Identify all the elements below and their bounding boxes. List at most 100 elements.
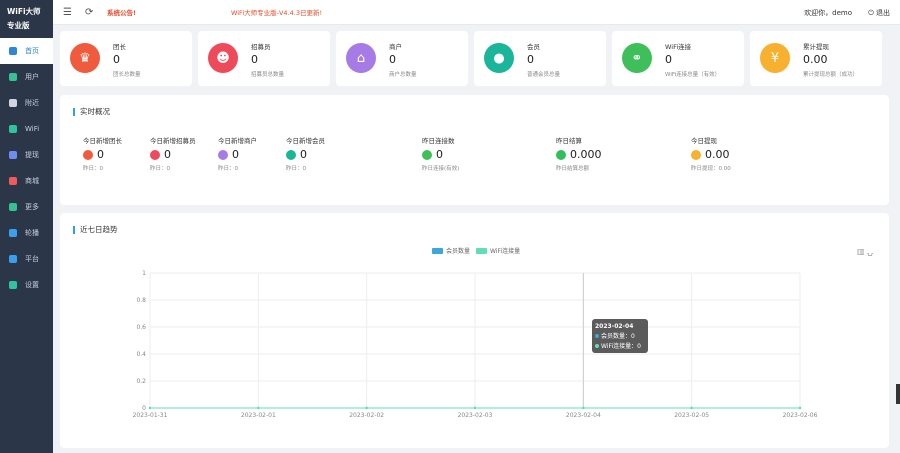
realtime-yesterday: 昨日提现：0.00 [691,166,731,172]
legend-swatch [476,247,488,254]
card-subtitle: 商户总数量 [389,72,417,78]
realtime-value-row: 0 [83,148,143,161]
sidebar-item-label: 首页 [25,47,39,55]
x-tick-label: 2023-02-01 [241,412,276,419]
card-value: 0.00 [803,53,828,66]
y-tick-label: 1 [142,270,146,277]
card-value: 0 [527,53,534,66]
stat-card: ♛ 团长 0 团长总数量 [60,31,192,86]
tooltip-date: 2023-02-04 [595,323,634,330]
realtime-yesterday: 昨日：0 [218,166,238,172]
sidebar-item-label: 轮播 [25,229,39,237]
y-tick-label: 0.2 [136,378,146,385]
sidebar-item-label: 用户 [25,73,39,81]
realtime-title: 实时概况 [73,108,110,116]
legend-label: 会员数量 [446,248,471,255]
realtime-stat: 昨日连接数 0 昨日连接(有效) [422,137,512,172]
stat-card: ⚭ WiFi连接 0 WiFi连接总量（有效） [612,31,744,86]
sidebar-item-label: 附近 [25,99,39,107]
realtime-yesterday: 昨日：0 [150,166,170,172]
card-value: 0 [665,53,672,66]
sidebar-item-carousel[interactable]: 轮播 [0,220,53,246]
realtime-label: 今日提现 [691,137,717,145]
realtime-yesterday: 昨日结算总额 [556,166,590,172]
stat-card: ¥ 累计提现 0.00 累计提现总额（成功） [750,31,882,86]
sidebar-item-withdraw[interactable]: 提现 [0,142,53,168]
realtime-label: 今日新增招募员 [150,137,196,145]
realtime-value: 0 [436,148,443,161]
card-subtitle: 招募员总数量 [251,72,285,78]
store-icon: ⌂ [346,43,376,73]
stat-card: ● 会员 0 普通会员总量 [474,31,606,86]
sidebar-item-users[interactable]: 用户 [0,64,53,90]
realtime-value-row: 0.000 [556,148,646,161]
stat-card: ☻ 招募员 0 招募员总数量 [198,31,330,86]
card-title: WiFi连接 [665,43,692,51]
card-title: 会员 [527,43,540,51]
card-subtitle: 团长总数量 [113,72,141,78]
sidebar-item-settings[interactable]: 设置 [0,272,53,298]
realtime-icon [286,149,296,160]
mall-icon [9,177,17,185]
x-tick-label: 2023-01-31 [133,412,168,419]
menu-toggle-icon[interactable]: ☰ [63,7,75,18]
data-point [798,406,802,410]
tooltip-dot [595,344,599,348]
tooltip-dot [595,334,599,338]
realtime-value-row: 0 [286,148,356,161]
card-subtitle: 累计提现总额（成功） [803,72,859,78]
realtime-stat: 今日新增招募员 0 昨日：0 [150,137,202,172]
tooltip-row-wifi: WiFi连接量：0 [595,342,645,352]
logout-button[interactable]: ⏻ 退出 [868,8,890,18]
sidebar-item-mall[interactable]: 商城 [0,168,53,194]
member-icon: ● [484,43,514,73]
x-tick-label: 2023-02-03 [458,412,493,419]
x-tick-label: 2023-02-06 [783,412,818,419]
realtime-value-row: 0 [150,148,202,161]
refresh-icon[interactable]: ⟳ [85,7,97,18]
card-value: 0 [251,53,258,66]
card-subtitle: 普通会员总量 [527,72,561,78]
card-title: 商户 [389,43,402,51]
carousel-icon [9,229,17,237]
withdraw-icon: ¥ [760,43,790,73]
bar-chart-icon[interactable]: ▥ [857,247,865,256]
more-icon [9,203,17,211]
x-tick-label: 2023-02-02 [349,412,384,419]
logout-label: 退出 [876,9,890,17]
welcome-text: 欢迎你，demo [804,9,852,17]
realtime-stat: 今日提现 0.00 昨日提现：0.00 [691,137,781,172]
y-tick-label: 0.4 [136,351,146,358]
sidebar-item-label: 更多 [25,203,39,211]
legend-item-members[interactable]: 会员数量 [432,246,470,255]
sidebar-item-more[interactable]: 更多 [0,194,53,220]
card-title: 团长 [113,43,126,51]
realtime-value: 0 [300,148,307,161]
card-subtitle: WiFi连接总量（有效） [665,72,721,78]
realtime-icon [83,149,93,160]
legend-item-wifi[interactable]: WiFi连接量 [476,246,520,255]
realtime-yesterday: 昨日：0 [286,166,306,172]
sidebar-item-home[interactable]: 首页 [0,38,53,64]
x-tick-label: 2023-02-04 [566,412,601,419]
sidebar-item-label: 商城 [25,177,39,185]
card-value: 0 [389,53,396,66]
chart-toolbox: ▥ ⍽ [857,247,873,256]
sidebar-item-nearby[interactable]: 附近 [0,90,53,116]
card-title: 累计提现 [803,43,829,51]
scrollbar[interactable] [896,384,900,404]
sidebar: WiFi大师专业版 首页 用户 附近 WiFi 提现 商城 更多 轮播 平台 设置 [0,0,53,453]
realtime-stat: 今日新增会员 0 昨日：0 [286,137,356,172]
tooltip-line: 会员数量：0 [601,333,635,340]
realtime-icon [218,149,228,160]
sidebar-item-wifi[interactable]: WiFi [0,116,53,142]
sidebar-item-platform[interactable]: 平台 [0,246,53,272]
chart-tooltip: 2023-02-04 会员数量：0 WiFi连接量：0 [592,319,648,353]
data-point [257,406,260,410]
realtime-value-row: 0.00 [691,148,781,161]
line-chart-icon[interactable]: ⍽ [867,247,873,256]
realtime-label: 昨日结算 [556,137,582,145]
legend-swatch [432,247,443,254]
notice-text[interactable]: WiFi大师专业版-V4.4.3已更新! [231,7,322,17]
realtime-yesterday: 昨日连接(有效) [422,166,460,172]
